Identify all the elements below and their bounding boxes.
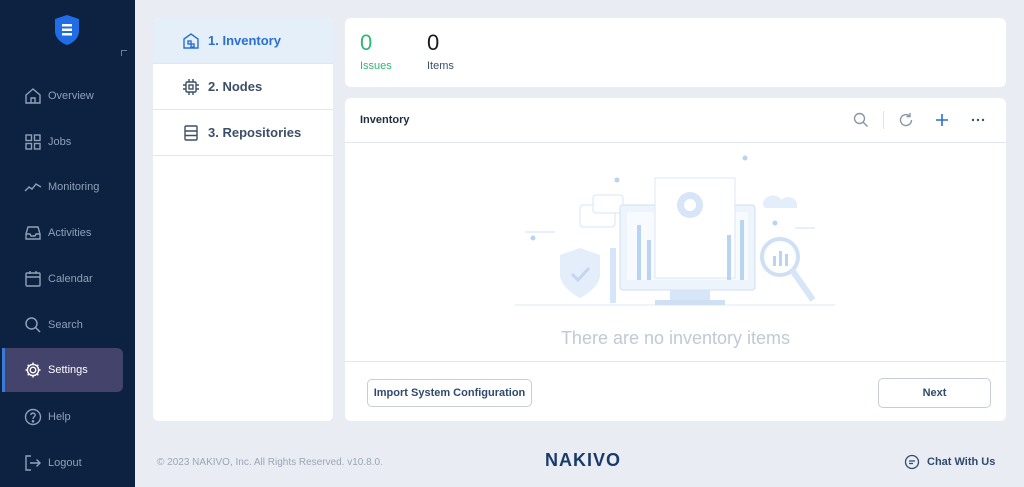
collapse-sidebar-icon[interactable] xyxy=(121,50,127,56)
sidebar-item-monitoring[interactable]: Monitoring xyxy=(0,165,135,209)
sidebar-item-label: Logout xyxy=(48,457,82,469)
wizard-steps-panel: 1. Inventory 2. Nodes 3. Repositories xyxy=(153,18,333,421)
add-button[interactable] xyxy=(932,110,952,130)
items-label: Items xyxy=(427,60,454,72)
chat-label: Chat With Us xyxy=(927,456,996,468)
sidebar-item-activities[interactable]: Activities xyxy=(0,211,135,255)
items-stat[interactable]: 0 Items xyxy=(427,30,454,72)
question-icon xyxy=(24,408,42,426)
sidebar-item-label: Help xyxy=(48,411,71,423)
copyright-text: © 2023 NAKIVO, Inc. All Rights Reserved.… xyxy=(157,457,383,468)
home-icon xyxy=(25,88,41,104)
sidebar-item-label: Search xyxy=(48,319,83,331)
search-icon xyxy=(25,317,41,333)
sidebar-item-logout[interactable]: Logout xyxy=(0,441,135,485)
refresh-icon xyxy=(899,113,913,127)
empty-state-message: There are no inventory items xyxy=(560,328,791,348)
sidebar-item-label: Jobs xyxy=(48,136,72,148)
issues-count: 0 xyxy=(360,30,373,55)
chat-bubble-icon xyxy=(904,454,920,470)
chat-with-us-button[interactable]: Chat With Us xyxy=(904,454,995,470)
search-icon xyxy=(853,112,868,127)
sidebar-item-label: Overview xyxy=(48,90,94,102)
sidebar-item-calendar[interactable]: Calendar xyxy=(0,257,135,301)
sidebar: Overview Jobs Monitoring Activities Cale… xyxy=(0,0,135,487)
sidebar-item-label: Activities xyxy=(48,227,92,239)
step-nodes[interactable]: 2. Nodes xyxy=(153,64,333,110)
sidebar-item-overview[interactable]: Overview xyxy=(0,74,135,118)
gear-icon xyxy=(25,362,41,378)
sidebar-item-label: Monitoring xyxy=(48,181,100,193)
inventory-toolbar xyxy=(835,110,988,130)
sidebar-item-label: Settings xyxy=(48,364,88,376)
more-options-button[interactable] xyxy=(968,110,988,130)
inbox-icon xyxy=(25,226,41,240)
step-label: 3. Repositories xyxy=(208,125,302,140)
chart-line-icon xyxy=(24,183,42,192)
sidebar-item-help[interactable]: Help xyxy=(0,395,135,439)
chip-icon xyxy=(183,78,199,95)
empty-inventory-illustration xyxy=(515,155,835,306)
import-system-configuration-button[interactable]: Import System Configuration xyxy=(367,379,532,407)
inventory-card-header: Inventory xyxy=(345,98,1006,143)
next-button[interactable]: Next xyxy=(878,378,991,408)
sidebar-item-search[interactable]: Search xyxy=(0,303,135,347)
search-button[interactable] xyxy=(851,110,871,130)
inventory-card-footer: Import System Configuration Next xyxy=(345,361,1006,421)
inventory-icon xyxy=(183,32,199,49)
sidebar-item-label: Calendar xyxy=(48,273,93,285)
repository-icon xyxy=(184,124,198,141)
logout-icon xyxy=(25,455,41,471)
more-horizontal-icon xyxy=(971,118,985,122)
nakivo-brand-logo: NAKIVO xyxy=(545,450,622,470)
sidebar-item-settings[interactable]: Settings xyxy=(2,348,123,392)
refresh-button[interactable] xyxy=(896,110,916,130)
step-label: 1. Inventory xyxy=(208,33,281,48)
step-repositories[interactable]: 3. Repositories xyxy=(153,110,333,156)
summary-card: 0 Issues 0 Items xyxy=(345,18,1006,87)
items-count: 0 xyxy=(427,30,440,55)
inventory-card: Inventory There are no inventory items I… xyxy=(345,98,1006,421)
step-inventory[interactable]: 1. Inventory xyxy=(153,18,333,64)
sidebar-item-jobs[interactable]: Jobs xyxy=(0,120,135,164)
nakivo-logo-icon[interactable] xyxy=(54,14,80,46)
plus-icon xyxy=(936,114,948,126)
calendar-icon xyxy=(25,271,41,287)
issues-stat[interactable]: 0 Issues xyxy=(360,30,392,72)
issues-label: Issues xyxy=(360,60,392,72)
inventory-title: Inventory xyxy=(360,114,410,126)
grid-icon xyxy=(25,134,41,150)
toolbar-divider xyxy=(883,111,884,129)
step-label: 2. Nodes xyxy=(208,79,263,94)
